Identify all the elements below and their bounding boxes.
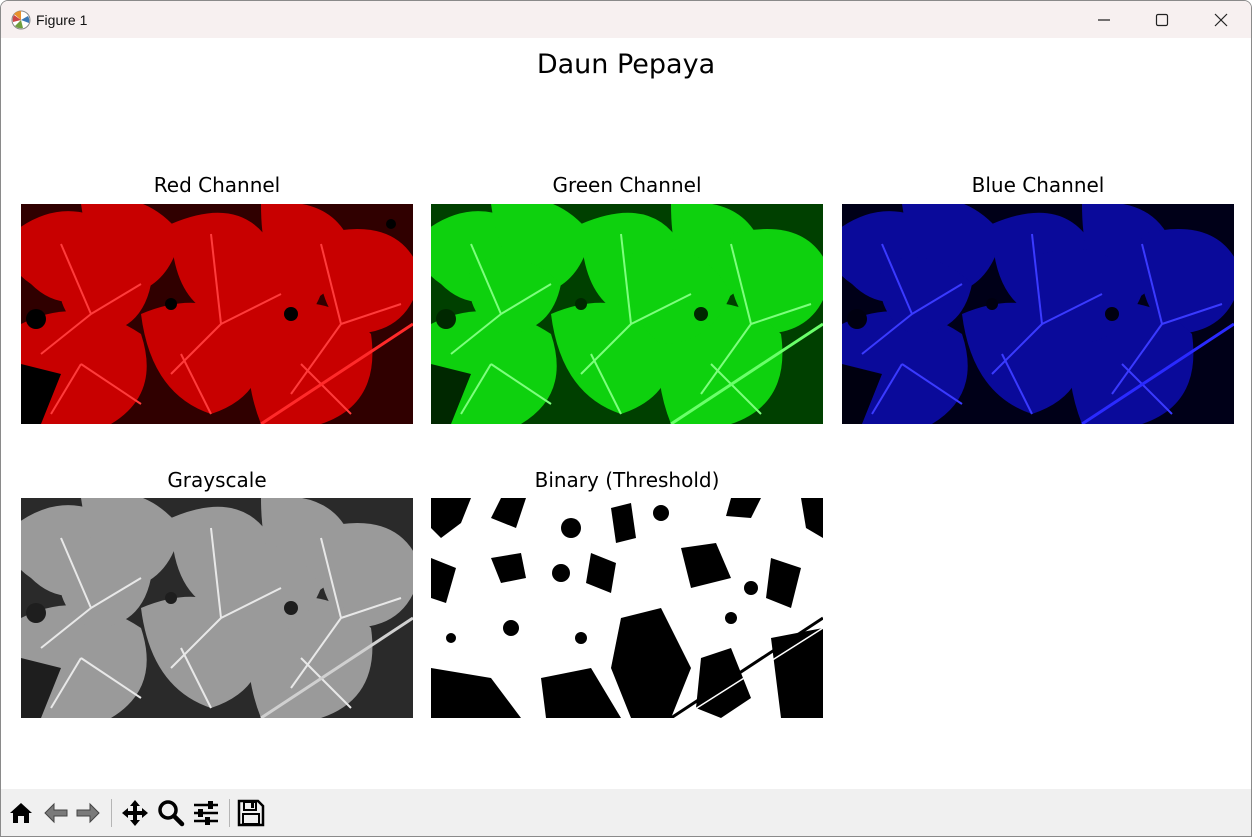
toolbar-separator — [229, 799, 230, 827]
back-button[interactable] — [40, 797, 72, 829]
figure-canvas: Daun Pepaya Red Channel Green Channel Bl… — [1, 38, 1251, 789]
back-arrow-icon — [44, 802, 68, 824]
leaf-image-binary — [431, 498, 823, 718]
home-button[interactable] — [5, 797, 37, 829]
figure-suptitle: Daun Pepaya — [536, 49, 716, 80]
binary-threshold-image — [431, 498, 823, 718]
forward-arrow-icon — [76, 802, 100, 824]
leaf-image-blue — [842, 204, 1234, 424]
axes-title-binary: Binary (Threshold) — [534, 468, 720, 492]
axes-title-red: Red Channel — [153, 173, 281, 197]
home-icon — [10, 803, 32, 823]
pan-move-icon — [122, 800, 148, 826]
configure-subplots-button[interactable] — [190, 797, 222, 829]
leaf-image-grayscale — [21, 498, 413, 718]
configure-subplots-icon — [194, 801, 218, 825]
save-button[interactable] — [235, 797, 267, 829]
leaf-image-red — [21, 204, 413, 424]
close-icon — [1214, 13, 1228, 26]
maximize-button[interactable] — [1133, 1, 1191, 38]
axes-title-green: Green Channel — [552, 173, 702, 197]
toolbar-separator — [111, 799, 112, 827]
minimize-icon — [1098, 18, 1110, 21]
figure-window: Figure 1 Daun Pepaya Red Channel Green C… — [0, 0, 1252, 837]
close-button[interactable] — [1192, 1, 1250, 38]
leaf-image-green — [431, 204, 823, 424]
grayscale-image — [21, 498, 413, 718]
save-floppy-icon — [237, 799, 265, 827]
navigation-toolbar — [1, 789, 1251, 836]
minimize-button[interactable] — [1075, 1, 1133, 38]
axes-title-grayscale: Grayscale — [167, 468, 267, 492]
matplotlib-app-icon — [11, 10, 31, 30]
red-channel-image — [21, 204, 413, 424]
maximize-icon — [1155, 13, 1169, 26]
zoom-button[interactable] — [155, 797, 187, 829]
blue-channel-image — [842, 204, 1234, 424]
title-bar: Figure 1 — [1, 1, 1251, 38]
green-channel-image — [431, 204, 823, 424]
zoom-magnifier-icon — [158, 800, 185, 827]
window-title: Figure 1 — [36, 12, 88, 28]
pan-button[interactable] — [119, 797, 151, 829]
axes-title-blue: Blue Channel — [971, 173, 1105, 197]
forward-button[interactable] — [72, 797, 104, 829]
